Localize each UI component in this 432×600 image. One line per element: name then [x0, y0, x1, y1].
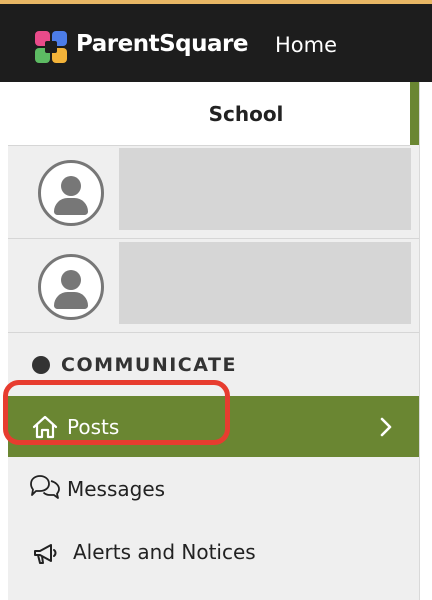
bullet-dot-icon — [32, 356, 50, 374]
sidebar-item-label: Messages — [67, 477, 166, 501]
section-header-label: COMMUNICATE — [61, 354, 237, 376]
parentsquare-logo-icon — [35, 31, 67, 63]
app-header: ParentSquare Home — [0, 4, 432, 82]
brand-name[interactable]: ParentSquare — [76, 31, 248, 57]
student-item[interactable] — [8, 145, 419, 239]
sidebar-item-messages[interactable]: Messages — [8, 457, 419, 519]
tab-school-label: School — [208, 102, 284, 126]
sidebar: School COMMUNICATE Posts Messages Alerts… — [8, 82, 420, 600]
tab-school[interactable]: School — [8, 82, 419, 146]
student-item[interactable] — [8, 239, 419, 333]
student-name-placeholder — [119, 148, 411, 230]
chevron-right-icon — [380, 417, 392, 437]
avatar-icon — [38, 160, 104, 226]
megaphone-icon — [34, 544, 57, 564]
sidebar-item-label: Alerts and Notices — [73, 540, 256, 564]
messages-highlight-outline — [3, 380, 230, 445]
tab-active-indicator — [410, 82, 419, 145]
chat-bubbles-icon — [30, 475, 60, 499]
student-name-placeholder — [119, 242, 411, 324]
home-link[interactable]: Home — [275, 33, 337, 57]
sidebar-item-alerts[interactable]: Alerts and Notices — [8, 519, 419, 581]
avatar-icon — [38, 254, 104, 320]
